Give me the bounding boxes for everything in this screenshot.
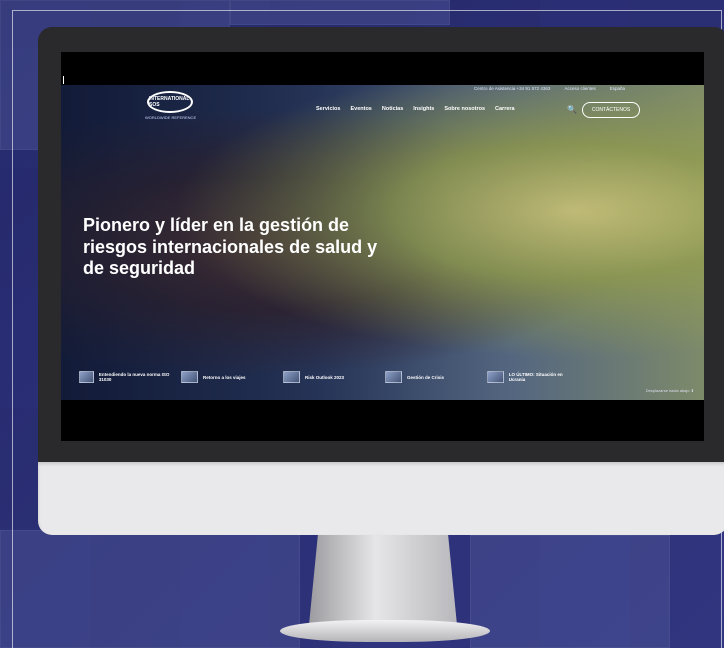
search-icon[interactable]: 🔍: [567, 105, 577, 114]
assistance-link[interactable]: Centro de Asistencia +34 91 572 4363: [474, 86, 550, 91]
menu-item-insights[interactable]: Insights: [413, 106, 434, 112]
news-thumbnail: [283, 371, 300, 383]
letterbox-bottom: [61, 400, 704, 441]
news-label: Retorno a los viajes: [203, 374, 246, 380]
monitor-chin: [38, 462, 724, 535]
scroll-hint[interactable]: Desplazarse hacia abajo ⬇: [646, 388, 694, 393]
logo-tagline: WORLDWIDE REFERENCE: [145, 115, 197, 120]
news-item[interactable]: LO ÚLTIMO: Situación en Ucrania: [487, 371, 579, 383]
menu-item-sobre-nosotros[interactable]: Sobre nosotros: [444, 106, 485, 112]
site-nav: INTERNATIONAL SOS WORLDWIDE REFERENCE Ce…: [61, 85, 704, 125]
news-label: Gestión de Crisis: [407, 374, 445, 380]
letterbox-top: [61, 52, 704, 85]
news-thumbnail: [487, 371, 504, 383]
monitor-screen: INTERNATIONAL SOS WORLDWIDE REFERENCE Ce…: [61, 52, 704, 441]
hero-headline: Pionero y líder en la gestión de riesgos…: [83, 215, 378, 279]
hero-section: INTERNATIONAL SOS WORLDWIDE REFERENCE Ce…: [61, 85, 704, 400]
menu-item-servicios[interactable]: Servicios: [316, 106, 340, 112]
news-item[interactable]: Gestión de Crisis: [385, 371, 477, 383]
news-label: LO ÚLTIMO: Situación en Ucrania: [508, 372, 563, 382]
logo-text: INTERNATIONAL SOS: [149, 96, 190, 108]
menu-item-noticias[interactable]: Noticias: [382, 106, 403, 112]
text-cursor: [63, 76, 64, 84]
monitor-stand-base: [280, 620, 490, 642]
news-item[interactable]: Retorno a los viajes: [181, 371, 273, 383]
country-selector[interactable]: España: [610, 86, 625, 91]
client-access-link[interactable]: Acceso clientes: [564, 86, 595, 91]
news-item[interactable]: Entendiendo la nueva norma ISO 31030: [79, 371, 171, 383]
site-logo[interactable]: INTERNATIONAL SOS: [147, 91, 193, 113]
top-links: Centro de Asistencia +34 91 572 4363 Acc…: [474, 86, 625, 91]
news-item[interactable]: Risk Outlook 2023: [283, 371, 375, 383]
news-label: Risk Outlook 2023: [305, 374, 345, 380]
contact-button[interactable]: CONTÁCTENOS: [582, 102, 640, 118]
menu-item-eventos[interactable]: Eventos: [350, 106, 371, 112]
news-thumbnail: [181, 371, 198, 383]
news-thumbnail: [79, 371, 94, 383]
news-label: Entendiendo la nueva norma ISO 31030: [98, 372, 170, 382]
menu-item-carrera[interactable]: Carrera: [495, 106, 515, 112]
monitor-stand-neck: [309, 535, 457, 625]
main-menu: Servicios Eventos Noticias Insights Sobr…: [316, 106, 515, 112]
news-thumbnail: [385, 371, 402, 383]
news-strip: Entendiendo la nueva norma ISO 31030 Ret…: [79, 371, 579, 383]
